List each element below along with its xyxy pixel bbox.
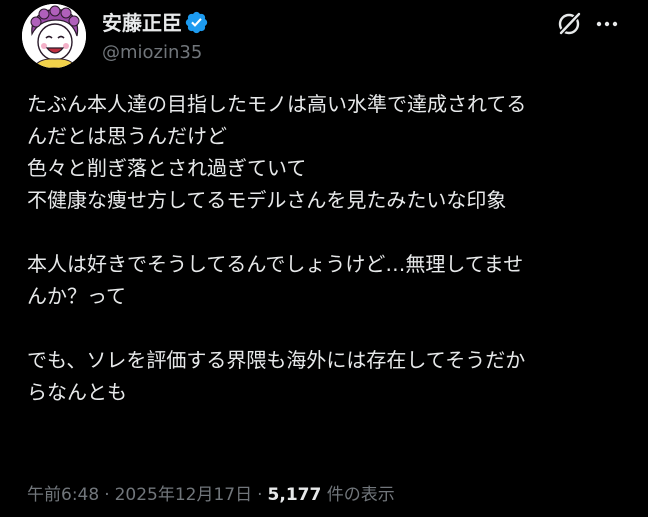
tweet-text-line: んか？って bbox=[27, 284, 126, 308]
tweet-text-line: 本人は好きでそうしてるんでしょうけど…無理してませ bbox=[27, 252, 524, 276]
tweet-time[interactable]: 午前6:48 bbox=[27, 485, 99, 505]
tweet-text-line: たぶん本人達の目指したモノは高い水準で達成されてる bbox=[27, 92, 527, 116]
verified-badge-icon bbox=[185, 11, 208, 34]
tweet-text-line: らなんとも bbox=[27, 380, 127, 404]
more-dots-icon[interactable] bbox=[593, 11, 621, 37]
tweet-text-line: でも、ソレを評価する界隈も海外には存在してそうだか bbox=[27, 348, 526, 372]
tweet-meta: 午前6:48 · 2025年12月17日 · 5,177 件の表示 bbox=[27, 483, 395, 507]
author-display-name[interactable]: 安藤正臣 bbox=[102, 10, 182, 36]
author-handle[interactable]: @miozin35 bbox=[102, 41, 202, 65]
tweet-text-line: 色々と削ぎ落とされ過ぎていて bbox=[27, 156, 307, 180]
tweet-text-line: 不健康な痩せ方してるモデルさんを見たみたいな印象 bbox=[27, 188, 507, 212]
views-count[interactable]: 5,177 bbox=[268, 485, 322, 505]
author-avatar[interactable] bbox=[22, 4, 86, 68]
meta-separator: · bbox=[104, 485, 110, 505]
views-label: 件の表示 bbox=[326, 485, 395, 505]
tweet-text-line: んだとは思うんだけど bbox=[27, 124, 227, 148]
meta-separator: · bbox=[257, 485, 263, 505]
tweet-date[interactable]: 2025年12月17日 bbox=[115, 485, 253, 505]
tweet-detail: 安藤正臣 @miozin35 たぶん本人達の目指したモノは高い水準で達成されてる… bbox=[0, 0, 648, 517]
caricature-avatar-icon bbox=[22, 4, 86, 68]
tweet-text: たぶん本人達の目指したモノは高い水準で達成されてる んだとは思うんだけど 色々と… bbox=[27, 88, 637, 408]
grok-icon[interactable] bbox=[555, 10, 583, 38]
